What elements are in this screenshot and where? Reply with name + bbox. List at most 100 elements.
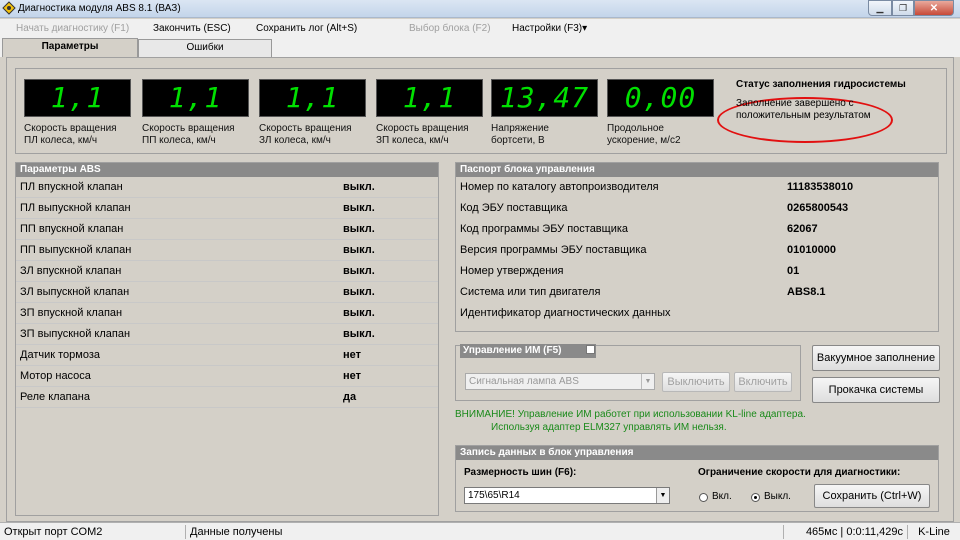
row-label: ПП выпускной клапан [20, 244, 132, 256]
row-value: выкл. [343, 328, 375, 340]
gauge-label: ЗЛ колеса, км/ч [259, 135, 331, 146]
row-label: Реле клапана [20, 391, 90, 403]
row-label: Мотор насоса [20, 370, 91, 382]
row-value: выкл. [343, 307, 375, 319]
row-label: ЗЛ выпускной клапан [20, 286, 130, 298]
table-row: ПЛ выпускной клапан выкл. [16, 198, 438, 219]
im-device-select[interactable]: Сигнальная лампа ABS ▼ [465, 373, 655, 390]
minimize-icon: ▁ [876, 2, 884, 13]
tab-errors[interactable]: Ошибки [138, 39, 272, 57]
table-row: Датчик тормоза нет [16, 345, 438, 366]
abs-params-title: Параметры ABS [16, 163, 438, 177]
status-port: Открыт порт COM2 [0, 525, 186, 539]
gauge-display: 1,1 [259, 79, 366, 117]
status-data: Данные получены [186, 525, 784, 539]
table-row: Номер утверждения 01 [456, 261, 938, 282]
row-label: Номер утверждения [460, 265, 564, 277]
row-value: нет [343, 349, 362, 361]
im-on-button[interactable]: Включить [734, 372, 792, 392]
row-label: ПЛ впускной клапан [20, 181, 123, 193]
gauge-display: 0,00 [607, 79, 714, 117]
gauge-label: бортсети, В [491, 135, 545, 146]
tab-params[interactable]: Параметры [2, 38, 138, 57]
gauge-label: Продольное [607, 123, 664, 134]
menu-save-log[interactable]: Сохранить лог (Alt+S) [256, 23, 357, 34]
status-timing: 465мс | 0:0:11,429с [784, 525, 908, 539]
table-row: Номер по каталогу автопроизводителя 11183… [456, 177, 938, 198]
table-row: Версия программы ЭБУ поставщика 01010000 [456, 240, 938, 261]
row-value: 62067 [787, 223, 818, 235]
speed-limit-off-radio[interactable] [751, 493, 760, 502]
gauge-display: 1,1 [376, 79, 483, 117]
gauge-label: Скорость вращения [24, 123, 117, 134]
ecu-passport-title: Паспорт блока управления [456, 163, 938, 177]
gauge-label: Скорость вращения [259, 123, 352, 134]
table-row: Система или тип двигателя ABS8.1 [456, 282, 938, 303]
status-protocol: K-Line [918, 526, 950, 538]
table-row: Идентификатор диагностических данных [456, 303, 938, 324]
table-row: Реле клапана да [16, 387, 438, 408]
table-row: Код ЭБУ поставщика 0265800543 [456, 198, 938, 219]
menu-select-block[interactable]: Выбор блока (F2) [409, 23, 491, 34]
tire-size-select[interactable]: 175\65\R14 ▼ [464, 487, 670, 504]
gauge-rr-speed: 1,1 Скорость вращения ЗП колеса, км/ч [376, 79, 483, 147]
status-bar: Открыт порт COM2 Данные получены 465мс |… [0, 522, 960, 540]
row-value: 01 [787, 265, 800, 277]
abs-params-panel: Параметры ABS ПЛ впускной клапан выкл. ПЛ… [15, 162, 439, 516]
speed-limit-on-radio[interactable] [699, 493, 708, 502]
gauge-voltage: 13,47 Напряжение бортсети, В [491, 79, 598, 147]
row-value: да [343, 391, 357, 403]
vacuum-fill-button[interactable]: Вакуумное заполнение [812, 345, 940, 371]
warning-line: ВНИМАНИЕ! Управление ИМ работет при испо… [455, 409, 806, 420]
gauge-label: ЗП колеса, км/ч [376, 135, 449, 146]
menu-finish[interactable]: Закончить (ESC) [153, 23, 231, 34]
im-device-select-value: Сигнальная лампа ABS [469, 376, 579, 387]
record-data-title: Запись данных в блок управления [456, 446, 938, 460]
gauge-label: Скорость вращения [376, 123, 469, 134]
maximize-button[interactable]: ❐ [892, 0, 914, 16]
close-icon: ✕ [929, 2, 939, 14]
gauge-accel: 0,00 Продольное ускорение, м/с2 [607, 79, 714, 147]
gauge-label: ускорение, м/с2 [607, 135, 681, 146]
speed-limit-label: Ограничение скорости для диагностики: [698, 467, 901, 478]
save-button[interactable]: Сохранить (Ctrl+W) [814, 484, 930, 508]
menu-start-diagnostics[interactable]: Начать диагностику (F1) [16, 23, 129, 34]
app-logo-icon [2, 1, 16, 15]
row-value: выкл. [343, 286, 375, 298]
table-row: ЗЛ выпускной клапан выкл. [16, 282, 438, 303]
row-label: Код ЭБУ поставщика [460, 202, 568, 214]
gauge-display: 1,1 [142, 79, 249, 117]
row-label: Система или тип двигателя [460, 286, 601, 298]
menu-bar: Начать диагностику (F1) Закончить (ESC) … [0, 19, 960, 39]
close-button[interactable]: ✕ [914, 0, 954, 16]
row-value: выкл. [343, 223, 375, 235]
warning-line: Используя адаптер ELM327 управлять ИМ не… [491, 422, 727, 433]
im-control-checkbox[interactable] [586, 345, 595, 354]
im-control-title: Управление ИМ (F5) [463, 345, 562, 356]
tire-size-label: Размерность шин (F6): [464, 467, 577, 478]
table-row: ПЛ впускной клапан выкл. [16, 177, 438, 198]
row-value: выкл. [343, 244, 375, 256]
row-value: выкл. [343, 265, 375, 277]
row-value: выкл. [343, 181, 375, 193]
main-panel: 1,1 Скорость вращения ПЛ колеса, км/ч 1,1… [6, 57, 954, 522]
gauge-rl-speed: 1,1 Скорость вращения ЗЛ колеса, км/ч [259, 79, 366, 147]
row-label: ЗП впускной клапан [20, 307, 123, 319]
hydro-status-text: Заполнение завершено с положительным рез… [736, 98, 871, 121]
chevron-down-icon: ▼ [641, 374, 654, 389]
record-data-panel: Запись данных в блок управления Размерно… [455, 445, 939, 512]
restore-icon: ❐ [898, 2, 908, 13]
minimize-button[interactable]: ▁ [868, 0, 892, 16]
bleed-system-button[interactable]: Прокачка системы [812, 377, 940, 403]
gauge-label: Скорость вращения [142, 123, 235, 134]
hydro-status-title: Статус заполнения гидросистемы [736, 79, 906, 90]
menu-settings[interactable]: Настройки (F3)▾ [512, 23, 587, 34]
gauge-display: 1,1 [24, 79, 131, 117]
im-control-panel: Управление ИМ (F5) Сигнальная лампа ABS … [455, 344, 801, 401]
table-row: ЗП впускной клапан выкл. [16, 303, 438, 324]
im-off-button[interactable]: Выключить [662, 372, 730, 392]
im-control-header: Управление ИМ (F5) [460, 344, 596, 358]
row-value: нет [343, 370, 362, 382]
row-label: ЗЛ впускной клапан [20, 265, 122, 277]
tab-bar: Параметры Ошибки [0, 38, 960, 57]
